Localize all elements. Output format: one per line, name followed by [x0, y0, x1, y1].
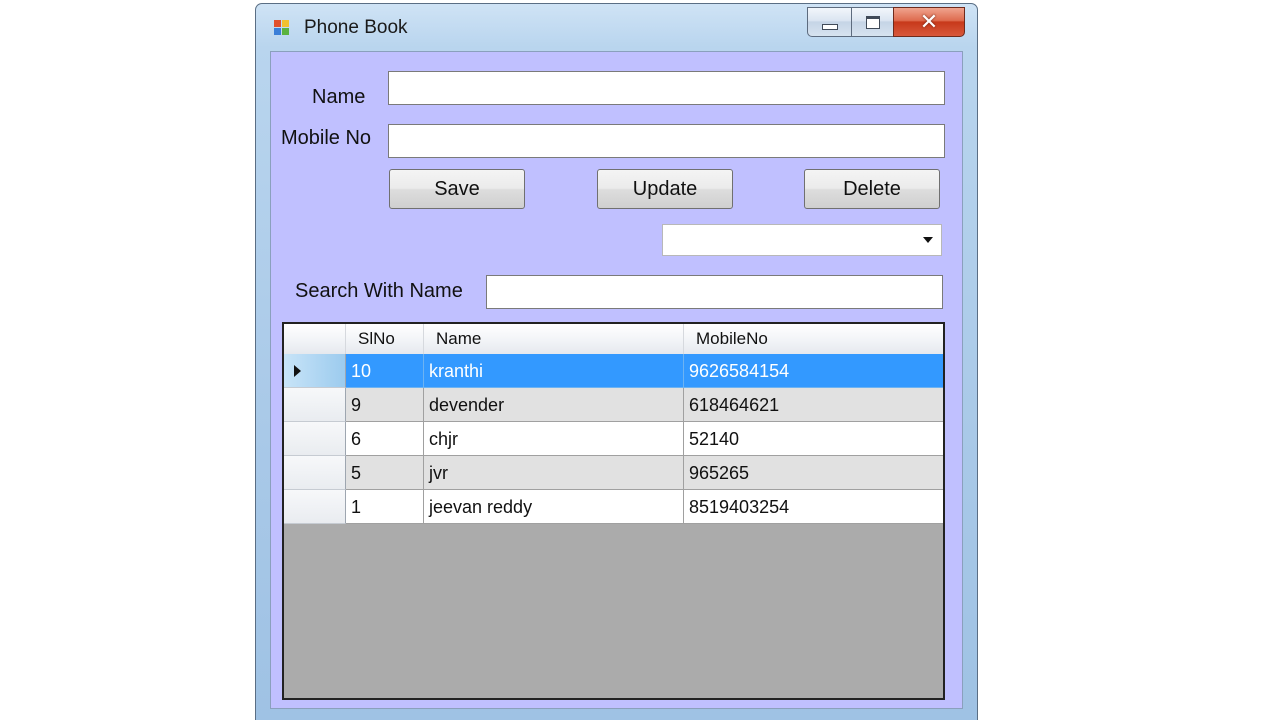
column-header-mobile[interactable]: MobileNo	[684, 324, 943, 354]
name-label: Name	[312, 86, 366, 108]
table-row[interactable]: 5 jvr 965265	[284, 456, 943, 490]
contacts-grid[interactable]: SlNo Name MobileNo 10 kranthi 9626584154…	[282, 322, 945, 700]
table-row[interactable]: 9 devender 618464621	[284, 388, 943, 422]
table-row[interactable]: 10 kranthi 9626584154	[284, 354, 943, 388]
minimize-icon	[821, 23, 838, 30]
cell-name[interactable]: chjr	[424, 422, 684, 456]
row-header[interactable]	[284, 456, 346, 490]
title-bar[interactable]: Phone Book ✕	[256, 4, 977, 50]
grid-corner[interactable]	[284, 324, 346, 354]
cell-slno[interactable]: 6	[346, 422, 424, 456]
window-title: Phone Book	[304, 17, 408, 38]
cell-slno[interactable]: 9	[346, 388, 424, 422]
search-label: Search With Name	[295, 280, 463, 302]
row-header[interactable]	[284, 354, 346, 388]
cell-mobile[interactable]: 8519403254	[684, 490, 943, 524]
cell-slno[interactable]: 1	[346, 490, 424, 524]
cell-mobile[interactable]: 965265	[684, 456, 943, 490]
save-button[interactable]: Save	[389, 169, 525, 209]
column-header-name[interactable]: Name	[424, 324, 684, 354]
mobile-label: Mobile No	[281, 127, 372, 149]
cell-name[interactable]: jeevan reddy	[424, 490, 684, 524]
cell-slno[interactable]: 10	[346, 354, 424, 388]
row-pointer-icon	[294, 365, 301, 377]
window-controls: ✕	[807, 7, 965, 38]
record-combobox[interactable]	[662, 224, 942, 256]
grid-header: SlNo Name MobileNo	[284, 324, 943, 355]
table-row[interactable]: 1 jeevan reddy 8519403254	[284, 490, 943, 524]
cell-mobile[interactable]: 9626584154	[684, 354, 943, 388]
app-window-icon	[274, 20, 290, 36]
row-header[interactable]	[284, 422, 346, 456]
mobile-input[interactable]	[388, 124, 945, 158]
phone-book-window: Phone Book ✕ Name Mobile No Save Update …	[255, 3, 978, 720]
column-header-slno[interactable]: SlNo	[346, 324, 424, 354]
cell-slno[interactable]: 5	[346, 456, 424, 490]
name-input[interactable]	[388, 71, 945, 105]
row-header[interactable]	[284, 490, 346, 524]
cell-mobile[interactable]: 618464621	[684, 388, 943, 422]
restore-button[interactable]	[851, 7, 893, 37]
form-client-area: Name Mobile No Save Update Delete Search…	[270, 51, 963, 709]
chevron-down-icon[interactable]	[923, 237, 933, 243]
row-header[interactable]	[284, 388, 346, 422]
close-icon: ✕	[919, 9, 939, 34]
table-row[interactable]: 6 chjr 52140	[284, 422, 943, 456]
minimize-button[interactable]	[807, 7, 851, 37]
cell-name[interactable]: kranthi	[424, 354, 684, 388]
search-input[interactable]	[486, 275, 943, 309]
restore-icon	[865, 15, 880, 29]
cell-name[interactable]: devender	[424, 388, 684, 422]
cell-mobile[interactable]: 52140	[684, 422, 943, 456]
update-button[interactable]: Update	[597, 169, 733, 209]
delete-button[interactable]: Delete	[804, 169, 940, 209]
cell-name[interactable]: jvr	[424, 456, 684, 490]
close-button[interactable]: ✕	[893, 7, 965, 37]
